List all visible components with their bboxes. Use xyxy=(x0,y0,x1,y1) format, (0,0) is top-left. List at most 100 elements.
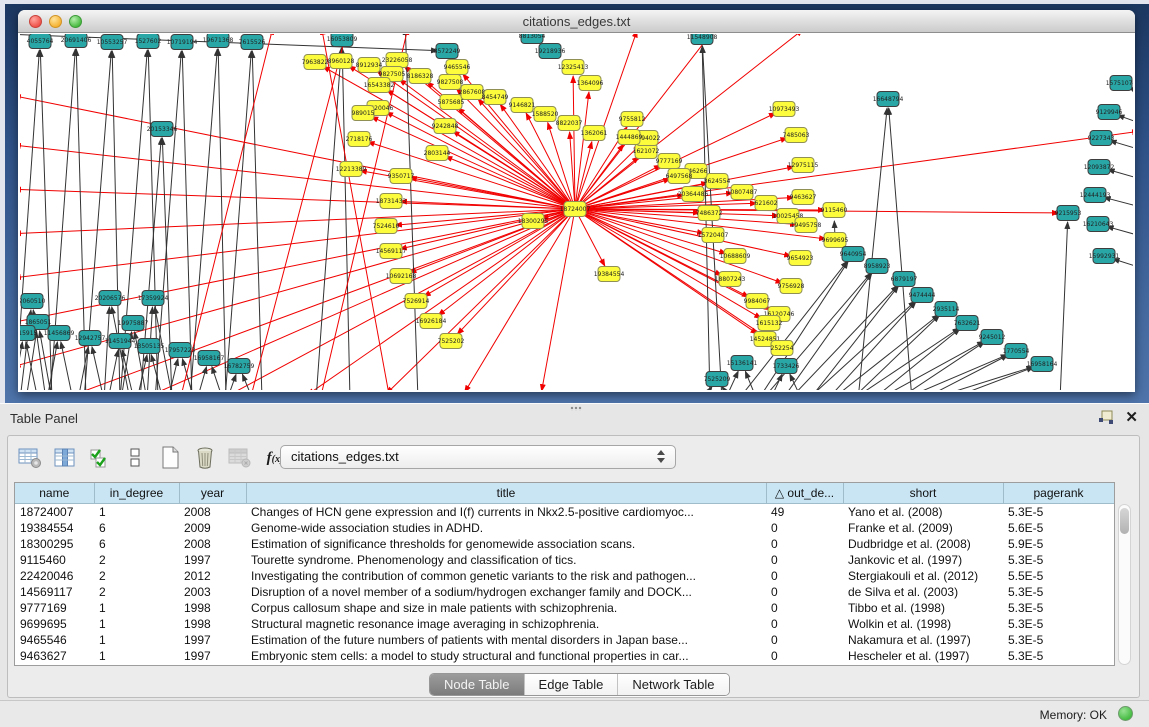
network-node[interactable]: 7615526 xyxy=(239,35,266,50)
table-scrollbar-thumb[interactable] xyxy=(1120,508,1129,534)
network-node[interactable]: 20691406 xyxy=(61,34,92,48)
network-node[interactable]: 621602 xyxy=(755,196,778,211)
table-cell[interactable]: Investigating the contribution of common… xyxy=(246,568,766,584)
network-node[interactable]: 1362061 xyxy=(581,126,608,141)
network-node[interactable]: 1364096 xyxy=(577,76,604,91)
select-all-icon[interactable] xyxy=(88,447,112,469)
network-node[interactable]: 16958167 xyxy=(194,351,225,366)
table-cell[interactable]: 2012 xyxy=(179,568,246,584)
network-edge[interactable] xyxy=(386,112,575,209)
network-edge[interactable] xyxy=(789,286,898,390)
network-node[interactable]: 19495758 xyxy=(791,218,822,233)
delete-list-icon[interactable] xyxy=(193,447,217,469)
network-node[interactable]: 4055764 xyxy=(27,34,54,49)
table-cell[interactable]: 1 xyxy=(94,503,179,520)
network-node[interactable]: 9827508 xyxy=(437,75,464,90)
table-cell[interactable]: 9115460 xyxy=(15,552,94,568)
network-node[interactable]: 11548908 xyxy=(687,34,718,45)
table-row[interactable]: 977716911998Corpus callosum shape and si… xyxy=(15,600,1114,616)
table-cell[interactable]: 2008 xyxy=(179,503,246,520)
tab-network-table[interactable]: Network Table xyxy=(617,674,728,695)
table-cell[interactable]: 14569117 xyxy=(15,584,94,600)
network-edge[interactable] xyxy=(20,209,575,234)
table-row[interactable]: 1830029562008Estimation of significance … xyxy=(15,536,1114,552)
table-row[interactable]: 946362711997Embryonic stem cells: a mode… xyxy=(15,648,1114,664)
table-cell[interactable]: 1 xyxy=(94,648,179,664)
network-node[interactable]: 8958923 xyxy=(864,259,891,274)
network-edge[interactable] xyxy=(703,386,712,390)
network-node[interactable]: 11451944 xyxy=(105,334,136,349)
table-mode-icon[interactable] xyxy=(18,447,42,469)
network-node[interactable]: 1770554 xyxy=(1003,344,1030,359)
network-node[interactable]: 6879197 xyxy=(891,272,918,287)
table-cell[interactable]: Embryonic stem cells: a model to study s… xyxy=(246,648,766,664)
float-panel-icon[interactable] xyxy=(1097,410,1115,426)
network-edge[interactable] xyxy=(182,51,192,390)
network-edge[interactable] xyxy=(770,374,782,390)
network-node[interactable]: 12325413 xyxy=(558,60,589,75)
network-node[interactable]: 9115460 xyxy=(821,203,848,218)
table-cell[interactable]: 5.5E-5 xyxy=(1003,568,1114,584)
table-cell[interactable]: 5.6E-5 xyxy=(1003,520,1114,536)
network-edge[interactable] xyxy=(190,49,217,390)
network-edge[interactable] xyxy=(92,347,104,390)
network-edge[interactable] xyxy=(180,34,273,390)
table-cell[interactable]: 5.3E-5 xyxy=(1003,552,1114,568)
table-cell[interactable]: 2003 xyxy=(179,584,246,600)
table-row[interactable]: 2242004622012Investigating the contribut… xyxy=(15,568,1114,584)
network-edge[interactable] xyxy=(901,355,1008,390)
network-node[interactable]: 9474444 xyxy=(909,288,936,303)
splitter-grip[interactable] xyxy=(570,406,582,411)
network-node[interactable]: 2718176 xyxy=(346,132,373,147)
network-node[interactable]: 9777169 xyxy=(656,154,683,169)
table-cell[interactable]: 2009 xyxy=(179,520,246,536)
network-node[interactable]: 17359924 xyxy=(138,291,169,306)
network-node[interactable]: 19384554 xyxy=(594,267,625,282)
network-node[interactable]: 7524610 xyxy=(373,219,400,234)
network-node[interactable]: 16782759 xyxy=(224,359,255,374)
table-cell[interactable]: Changes of HCN gene expression and I(f) … xyxy=(246,503,766,520)
table-cell[interactable]: Yano et al. (2008) xyxy=(843,503,1003,520)
table-cell[interactable]: 19384554 xyxy=(15,520,94,536)
network-node[interactable]: 3915915 xyxy=(20,326,38,341)
network-node[interactable]: 18731433 xyxy=(376,194,407,209)
table-row[interactable]: 911546021997Tourette syndrome. Phenomeno… xyxy=(15,552,1114,568)
network-node[interactable]: 17957223 xyxy=(165,343,196,358)
table-scrollbar[interactable] xyxy=(1118,504,1131,665)
network-edge[interactable] xyxy=(889,108,912,390)
table-cell[interactable]: Franke et al. (2009) xyxy=(843,520,1003,536)
network-node[interactable]: 1615132 xyxy=(756,316,783,331)
table-cell[interactable]: Estimation of the future numbers of pati… xyxy=(246,632,766,648)
table-cell[interactable]: 9465546 xyxy=(15,632,94,648)
network-node[interactable]: 8454749 xyxy=(482,90,509,105)
network-node[interactable]: 8960128 xyxy=(328,54,355,69)
network-node[interactable]: 9465546 xyxy=(444,60,471,75)
table-cell[interactable]: 6 xyxy=(94,520,179,536)
network-node[interactable]: 15136141 xyxy=(727,356,758,371)
table-cell[interactable]: Hescheler et al. (1997) xyxy=(843,648,1003,664)
network-node[interactable]: 10688609 xyxy=(720,249,751,264)
network-edge[interactable] xyxy=(1107,226,1133,238)
column-header[interactable]: year xyxy=(179,483,246,503)
table-cell[interactable]: Genome-wide association studies in ADHD. xyxy=(246,520,766,536)
network-node[interactable]: 8186328 xyxy=(407,69,434,84)
network-node[interactable]: 7526914 xyxy=(403,294,430,309)
network-node[interactable]: 12975115 xyxy=(788,158,819,173)
table-cell[interactable]: 22420046 xyxy=(15,568,94,584)
table-cell[interactable]: Wolkin et al. (1998) xyxy=(843,616,1003,632)
network-edge[interactable] xyxy=(227,374,236,390)
tab-edge-table[interactable]: Edge Table xyxy=(524,674,618,695)
network-node[interactable]: 2935114 xyxy=(933,302,960,317)
network-node[interactable]: 12093872 xyxy=(1084,160,1115,175)
network-edge[interactable] xyxy=(1113,259,1133,270)
network-node[interactable]: 9654923 xyxy=(787,251,814,266)
network-edge[interactable] xyxy=(61,342,73,390)
network-node[interactable]: 14569117 xyxy=(376,244,407,259)
network-node[interactable]: 23226058 xyxy=(382,53,413,68)
network-edge[interactable] xyxy=(252,51,262,390)
table-cell[interactable]: Structural magnetic resonance image aver… xyxy=(246,616,766,632)
table-cell[interactable]: 18300295 xyxy=(15,536,94,552)
table-cell[interactable]: 1997 xyxy=(179,632,246,648)
table-cell[interactable]: Dudbridge et al. (2008) xyxy=(843,536,1003,552)
table-cell[interactable]: Disruption of a novel member of a sodium… xyxy=(246,584,766,600)
